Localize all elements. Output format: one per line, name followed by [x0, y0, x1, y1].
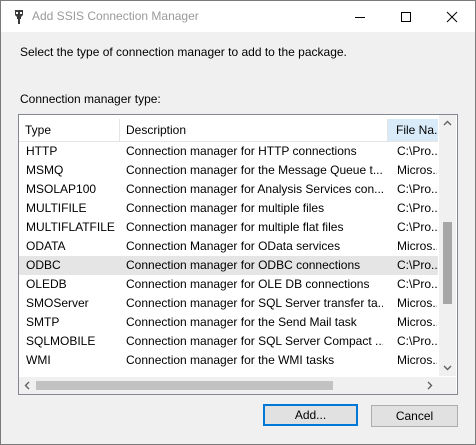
row-file-cell: Micros... — [397, 163, 437, 177]
row-type-cell: MULTIFLATFILE — [26, 220, 115, 234]
row-type-cell: SMTP — [26, 315, 60, 329]
row-type-cell: WMI — [26, 353, 51, 367]
close-icon — [446, 11, 458, 22]
table-row[interactable]: HTTP Connection manager for HTTP connecti… — [19, 142, 438, 161]
row-description-cell: Connection Manager for OData services — [126, 239, 341, 253]
column-header-description[interactable]: Description — [120, 119, 388, 141]
table-row[interactable]: SMTP Connection manager for the Send Mail… — [19, 313, 438, 332]
list-rows: HTTP Connection manager for HTTP connecti… — [19, 142, 438, 370]
row-type-cell: MULTIFILE — [26, 201, 87, 215]
row-description-cell: Connection manager for the Message Queue… — [126, 163, 383, 177]
scroll-up-icon[interactable] — [443, 120, 452, 126]
row-type-cell: ODBC — [26, 258, 61, 272]
list-header: Type Description File Na... — [19, 119, 438, 142]
row-file-cell: C:\Pro... — [397, 144, 437, 158]
title-bar[interactable]: Add SSIS Connection Manager — [1, 1, 475, 32]
table-row[interactable]: MULTIFLATFILE Connection manager for mult… — [19, 218, 438, 237]
row-type-cell: OLEDB — [26, 277, 67, 291]
row-description-cell: Connection manager for OLE DB connection… — [126, 277, 370, 291]
table-row[interactable]: SQLMOBILE Connection manager for SQL Serv… — [19, 332, 438, 351]
horizontal-scrollbar[interactable] — [19, 377, 439, 394]
row-type-cell: SMOServer — [26, 296, 89, 310]
scroll-down-icon[interactable] — [443, 365, 452, 371]
scrollbar-corner — [439, 377, 456, 394]
row-description-cell: Connection manager for SQL Server transf… — [126, 296, 383, 310]
row-file-cell: Micros... — [397, 315, 437, 329]
close-button[interactable] — [429, 1, 475, 32]
column-header-file-name[interactable]: File Na... — [388, 119, 438, 141]
vertical-scrollbar[interactable] — [439, 115, 456, 376]
row-file-cell: C:\Pro... — [397, 201, 437, 215]
minimize-button[interactable] — [337, 1, 383, 32]
minimize-icon — [355, 16, 365, 18]
list-label: Connection manager type: — [20, 92, 161, 106]
row-description-cell: Connection manager for HTTP connections — [126, 144, 357, 158]
horizontal-scroll-thumb[interactable] — [36, 381, 333, 390]
table-row[interactable]: MSMQ Connection manager for the Message Q… — [19, 161, 438, 180]
maximize-icon — [401, 11, 411, 22]
table-row[interactable]: SMOServer Connection manager for SQL Serv… — [19, 294, 438, 313]
column-header-type[interactable]: Type — [19, 119, 120, 141]
connection-type-list[interactable]: Type Description File Na... HTTP Connecti… — [18, 114, 458, 395]
row-file-cell: C:\Pro... — [397, 277, 437, 291]
row-file-cell: C:\Pro... — [397, 258, 437, 272]
table-row[interactable]: WMI Connection manager for the WMI tasks M… — [19, 351, 438, 370]
row-description-cell: Connection manager for multiple files — [126, 201, 325, 215]
table-row[interactable]: MSOLAP100 Connection manager for Analysis… — [19, 180, 438, 199]
row-description-cell: Connection manager for ODBC connections — [126, 258, 361, 272]
row-file-cell: C:\Pro... — [397, 334, 437, 348]
row-type-cell: MSMQ — [26, 163, 64, 177]
window-title: Add SSIS Connection Manager — [32, 9, 199, 23]
row-file-cell: C:\Pro... — [397, 182, 437, 196]
row-description-cell: Connection manager for SQL Server Compac… — [126, 334, 383, 348]
scroll-left-icon[interactable] — [24, 381, 30, 390]
row-description-cell: Connection manager for multiple flat fil… — [126, 220, 344, 234]
row-description-cell: Connection manager for Analysis Services… — [126, 182, 383, 196]
table-row[interactable]: MULTIFILE Connection manager for multiple… — [19, 199, 438, 218]
scroll-right-icon[interactable] — [427, 381, 433, 390]
row-description-cell: Connection manager for the Send Mail tas… — [126, 315, 357, 329]
row-type-cell: SQLMOBILE — [26, 334, 96, 348]
cancel-button[interactable]: Cancel — [371, 405, 458, 427]
row-file-cell: Micros... — [397, 296, 437, 310]
maximize-button[interactable] — [383, 1, 429, 32]
row-file-cell: Micros... — [397, 239, 437, 253]
row-type-cell: HTTP — [26, 144, 58, 158]
row-file-cell: Micros... — [397, 353, 437, 367]
dialog-window: Add SSIS Connection Manager Select the t… — [0, 0, 476, 445]
table-row[interactable]: OLEDB Connection manager for OLE DB conne… — [19, 275, 438, 294]
instruction-text: Select the type of connection manager to… — [20, 45, 347, 59]
add-button[interactable]: Add... — [263, 404, 358, 426]
row-description-cell: Connection manager for the WMI tasks — [126, 353, 335, 367]
vertical-scroll-thumb[interactable] — [443, 222, 452, 304]
row-type-cell: MSOLAP100 — [26, 182, 97, 196]
row-file-cell: C:\Pro... — [397, 220, 437, 234]
row-type-cell: ODATA — [26, 239, 66, 253]
ssis-connector-icon — [15, 10, 23, 24]
table-row[interactable]: ODBC Connection manager for ODBC connecti… — [19, 256, 438, 275]
table-row[interactable]: ODATA Connection Manager for OData servic… — [19, 237, 438, 256]
